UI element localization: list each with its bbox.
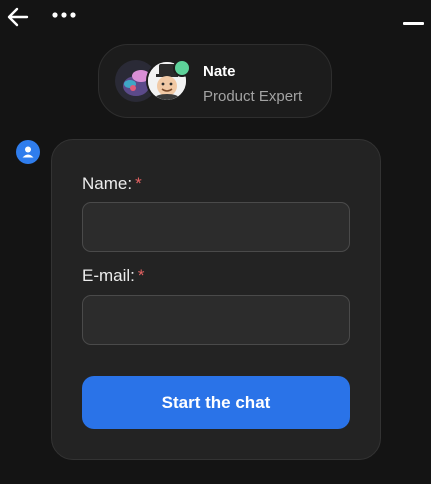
- agent-role: Product Expert: [203, 88, 303, 105]
- arrow-left-icon: [7, 7, 29, 27]
- user-icon: [22, 146, 34, 158]
- bot-avatar: [16, 140, 40, 164]
- name-input[interactable]: [82, 202, 350, 252]
- required-marker: *: [137, 266, 145, 285]
- online-status-indicator: [173, 59, 191, 77]
- required-marker: *: [135, 174, 142, 193]
- more-horizontal-icon: [52, 12, 76, 18]
- chat-header: [0, 0, 431, 36]
- start-chat-button[interactable]: Start the chat: [82, 376, 350, 429]
- back-button[interactable]: [6, 6, 30, 28]
- email-field-label: E-mail: *: [82, 266, 145, 286]
- prechat-form: Name: * E-mail: * Start the chat: [51, 139, 381, 460]
- name-field-label: Name: *: [82, 174, 142, 194]
- agent-card: Nate Product Expert: [98, 44, 332, 118]
- email-input[interactable]: [82, 295, 350, 345]
- agent-name: Nate: [203, 63, 236, 80]
- minimize-button[interactable]: [400, 10, 428, 26]
- name-label-text: Name:: [82, 174, 133, 193]
- minimize-icon: [403, 22, 424, 25]
- email-label-text: E-mail:: [82, 266, 135, 285]
- more-options-button[interactable]: [50, 8, 78, 22]
